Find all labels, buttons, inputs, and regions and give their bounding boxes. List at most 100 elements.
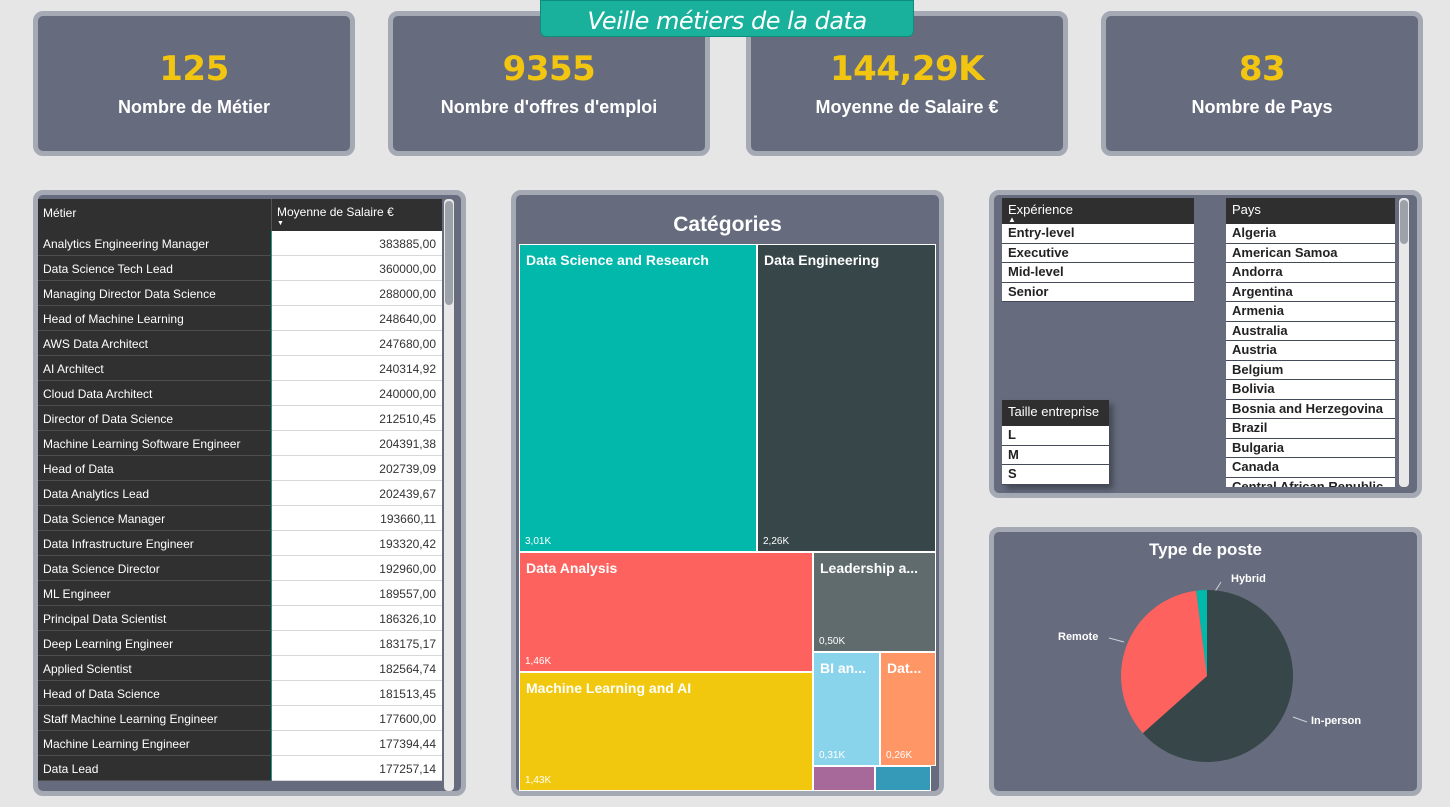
table-row[interactable]: Data Science Director 192960,00 <box>38 556 442 581</box>
table-cell-metier: Data Science Tech Lead <box>38 256 272 281</box>
kpi-label: Moyenne de Salaire € <box>815 97 999 117</box>
table-cell-metier: Data Science Director <box>38 556 272 581</box>
table-row[interactable]: Applied Scientist 182564,74 <box>38 656 442 681</box>
slicer-item[interactable]: L <box>1002 426 1109 446</box>
scrollbar-thumb[interactable] <box>445 201 453 305</box>
table-row[interactable]: Data Science Manager 193660,11 <box>38 506 442 531</box>
slicer-item[interactable]: Central African Republic <box>1226 477 1395 487</box>
tile-label: Data Engineering <box>764 252 880 268</box>
kpi-value: 125 <box>159 49 229 89</box>
tile-value: 0,31K <box>819 750 846 761</box>
table-scrollbar[interactable] <box>444 199 454 791</box>
slicer-item[interactable]: Algeria <box>1226 224 1395 244</box>
pays-scrollbar[interactable] <box>1399 198 1409 487</box>
table-header: Métier Moyenne de Salaire € ▼ <box>38 199 442 231</box>
slicer-items: Entry-level Executive Mid-level Senior <box>1002 224 1194 302</box>
table-cell-metier: ML Engineer <box>38 581 272 606</box>
slicer-header: Expérience ▲ <box>1002 198 1194 224</box>
table-row[interactable]: Managing Director Data Science 288000,00 <box>38 281 442 306</box>
table-row[interactable]: Machine Learning Engineer 177394,44 <box>38 731 442 756</box>
tile-label: Machine Learning and AI <box>526 680 692 696</box>
kpi-value: 83 <box>1238 49 1286 89</box>
slicer-item[interactable]: Mid-level <box>1002 263 1194 283</box>
slicer-item[interactable]: Austria <box>1226 341 1395 361</box>
table-row[interactable]: Deep Learning Engineer 183175,17 <box>38 631 442 656</box>
slicer-item[interactable]: Bolivia <box>1226 380 1395 400</box>
table-row[interactable]: Data Infrastructure Engineer 193320,42 <box>38 531 442 556</box>
table-cell-metier: AWS Data Architect <box>38 331 272 356</box>
kpi-label: Nombre d'offres d'emploi <box>440 97 658 117</box>
slicer-item[interactable]: Australia <box>1226 321 1395 341</box>
treemap-tile[interactable]: Dat... 0,26K <box>880 652 936 766</box>
table-row[interactable]: Head of Machine Learning 248640,00 <box>38 306 442 331</box>
slicer-item[interactable]: Senior <box>1002 282 1194 302</box>
slicer-item[interactable]: Belgium <box>1226 360 1395 380</box>
table-row[interactable]: Data Science Tech Lead 360000,00 <box>38 256 442 281</box>
tile-label: Leadership a... <box>820 560 919 576</box>
table-cell-metier: AI Architect <box>38 356 272 381</box>
slicer-header: Pays <box>1226 198 1395 224</box>
slicer-item[interactable]: Brazil <box>1226 419 1395 439</box>
table-cell-metier: Applied Scientist <box>38 656 272 681</box>
table-cell-metier: Data Analytics Lead <box>38 481 272 506</box>
pie-label-inperson: In-person <box>1311 715 1362 727</box>
treemap-tile[interactable]: BI an... 0,31K <box>813 652 880 766</box>
table-row[interactable]: Head of Data 202739,09 <box>38 456 442 481</box>
slicer-item[interactable]: Canada <box>1226 458 1395 478</box>
slicer-item[interactable]: Armenia <box>1226 302 1395 322</box>
table-cell-metier: Staff Machine Learning Engineer <box>38 706 272 731</box>
table-cell-salaire: 247680,00 <box>272 331 442 356</box>
treemap-tile[interactable]: Data Analysis 1,46K <box>519 552 813 672</box>
table-cell-salaire: 248640,00 <box>272 306 442 331</box>
tile-value: 2,26K <box>763 536 790 547</box>
treemap-tile[interactable]: Data Science and Research 3,01K <box>519 244 757 552</box>
table-row[interactable]: AWS Data Architect 247680,00 <box>38 331 442 356</box>
table-cell-metier: Head of Machine Learning <box>38 306 272 331</box>
table-row[interactable]: Principal Data Scientist 186326,10 <box>38 606 442 631</box>
treemap-tile[interactable] <box>813 766 875 791</box>
table-row[interactable]: Director of Data Science 212510,45 <box>38 406 442 431</box>
table-row[interactable]: AI Architect 240314,92 <box>38 356 442 381</box>
tile-value: 1,43K <box>525 775 552 786</box>
treemap-tile[interactable]: Data Engineering 2,26K <box>757 244 936 552</box>
table-cell-salaire: 177257,14 <box>272 756 442 781</box>
column-header-metier[interactable]: Métier <box>38 199 272 231</box>
table-row[interactable]: Head of Data Science 181513,45 <box>38 681 442 706</box>
slicer-item[interactable]: Argentina <box>1226 282 1395 302</box>
table-cell-metier: Machine Learning Engineer <box>38 731 272 756</box>
tile-value: 0,26K <box>886 750 913 761</box>
table-cell-salaire: 183175,17 <box>272 631 442 656</box>
table-row[interactable]: Staff Machine Learning Engineer 177600,00 <box>38 706 442 731</box>
pie-label-remote: Remote <box>1058 631 1099 643</box>
slicer-header: Taille entreprise <box>1002 400 1109 426</box>
slicer-item[interactable]: Bulgaria <box>1226 438 1395 458</box>
kpi-label: Nombre de Métier <box>117 97 271 117</box>
table-cell-salaire: 177394,44 <box>272 731 442 756</box>
treemap-tile[interactable]: Leadership a... 0,50K <box>813 552 936 652</box>
table-cell-salaire: 383885,00 <box>272 231 442 256</box>
scrollbar-thumb[interactable] <box>1400 200 1408 244</box>
slicer-items: Algeria American Samoa Andorra Argentina Arm… <box>1226 224 1395 487</box>
treemap-tile[interactable] <box>875 766 931 791</box>
table-row[interactable]: Cloud Data Architect 240000,00 <box>38 381 442 406</box>
slicer-item[interactable]: S <box>1002 465 1109 485</box>
table-row[interactable]: Analytics Engineering Manager 383885,00 <box>38 231 442 256</box>
slicer-item[interactable]: Entry-level <box>1002 224 1194 244</box>
table-cell-metier: Head of Data Science <box>38 681 272 706</box>
table-row[interactable]: ML Engineer 189557,00 <box>38 581 442 606</box>
table-row[interactable]: Data Analytics Lead 202439,67 <box>38 481 442 506</box>
table-cell-metier: Data Science Manager <box>38 506 272 531</box>
column-header-salaire[interactable]: Moyenne de Salaire € ▼ <box>272 199 442 231</box>
slicer-item[interactable]: Andorra <box>1226 263 1395 283</box>
tile-value: 3,01K <box>525 536 552 547</box>
table-row[interactable]: Data Lead 177257,14 <box>38 756 442 781</box>
slicer-item[interactable]: M <box>1002 445 1109 465</box>
treemap-tile[interactable]: Machine Learning and AI 1,43K <box>519 672 813 791</box>
table-row[interactable]: Machine Learning Software Engineer 204391… <box>38 431 442 456</box>
slicer-experience: Expérience ▲ Entry-level Executive Mid-lev… <box>1002 198 1194 302</box>
slicer-item[interactable]: Executive <box>1002 243 1194 263</box>
slicer-item[interactable]: Bosnia and Herzegovina <box>1226 399 1395 419</box>
tile-label: Data Science and Research <box>526 252 709 268</box>
salary-table[interactable]: Métier Moyenne de Salaire € ▼ Analytics … <box>38 199 442 791</box>
slicer-item[interactable]: American Samoa <box>1226 243 1395 263</box>
